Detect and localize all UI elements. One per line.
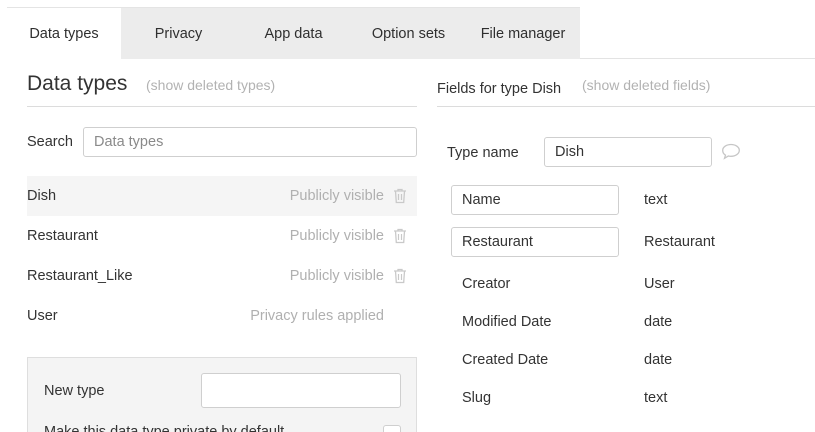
show-deleted-types-link[interactable]: (show deleted types) [146, 77, 275, 93]
field-name: Slug [462, 390, 492, 406]
data-type-row-restaurant[interactable]: Restaurant Publicly visible [27, 216, 417, 256]
field-name: Creator [462, 276, 511, 292]
trash-icon[interactable] [393, 228, 407, 244]
data-types-divider [27, 106, 417, 107]
tab-file-manager[interactable]: File manager [466, 8, 580, 59]
field-type: User [644, 276, 675, 292]
field-name: Modified Date [462, 314, 552, 330]
show-deleted-fields-link[interactable]: (show deleted fields) [582, 77, 710, 93]
field-type: Restaurant [644, 234, 715, 250]
private-by-default-label: Make this data type private by default [44, 424, 285, 432]
type-name-input[interactable] [544, 137, 712, 167]
data-type-row-user[interactable]: User Privacy rules applied [27, 296, 417, 336]
field-name-input[interactable] [451, 227, 619, 257]
tab-bar: Data types Privacy App data Option sets … [7, 7, 580, 59]
data-type-name: Dish [27, 188, 57, 204]
private-by-default-checkbox[interactable] [383, 425, 401, 432]
tab-app-data[interactable]: App data [236, 8, 351, 59]
field-type: date [644, 352, 673, 368]
fields-divider [437, 106, 815, 107]
search-label: Search [27, 134, 73, 150]
data-type-name: User [27, 308, 58, 324]
trash-icon[interactable] [393, 188, 407, 204]
field-name-input[interactable] [451, 185, 619, 215]
tab-option-sets[interactable]: Option sets [351, 8, 466, 59]
tab-data-types[interactable]: Data types [7, 8, 121, 59]
comment-bubble-icon[interactable] [721, 143, 741, 160]
data-type-visibility: Privacy rules applied [250, 308, 384, 324]
data-type-row-restaurant-like[interactable]: Restaurant_Like Publicly visible [27, 256, 417, 296]
tab-privacy[interactable]: Privacy [121, 8, 236, 59]
data-type-name: Restaurant_Like [27, 268, 133, 284]
data-type-visibility: Publicly visible [289, 188, 384, 204]
search-input[interactable] [83, 127, 417, 157]
data-type-name: Restaurant [27, 228, 98, 244]
new-type-panel: New type Make this data type private by … [27, 357, 417, 432]
data-type-row-dish[interactable]: Dish Publicly visible [27, 176, 417, 216]
field-type: date [644, 314, 673, 330]
trash-icon[interactable] [393, 268, 407, 284]
type-name-label: Type name [447, 145, 519, 161]
data-type-visibility: Publicly visible [289, 268, 384, 284]
field-type: text [644, 192, 668, 208]
field-type: text [644, 390, 668, 406]
new-type-input[interactable] [201, 373, 401, 408]
data-type-visibility: Publicly visible [289, 228, 384, 244]
data-types-title: Data types [27, 72, 128, 95]
new-type-label: New type [44, 383, 105, 399]
tab-divider [580, 58, 815, 59]
field-name: Created Date [462, 352, 549, 368]
fields-title: Fields for type Dish [437, 81, 562, 97]
